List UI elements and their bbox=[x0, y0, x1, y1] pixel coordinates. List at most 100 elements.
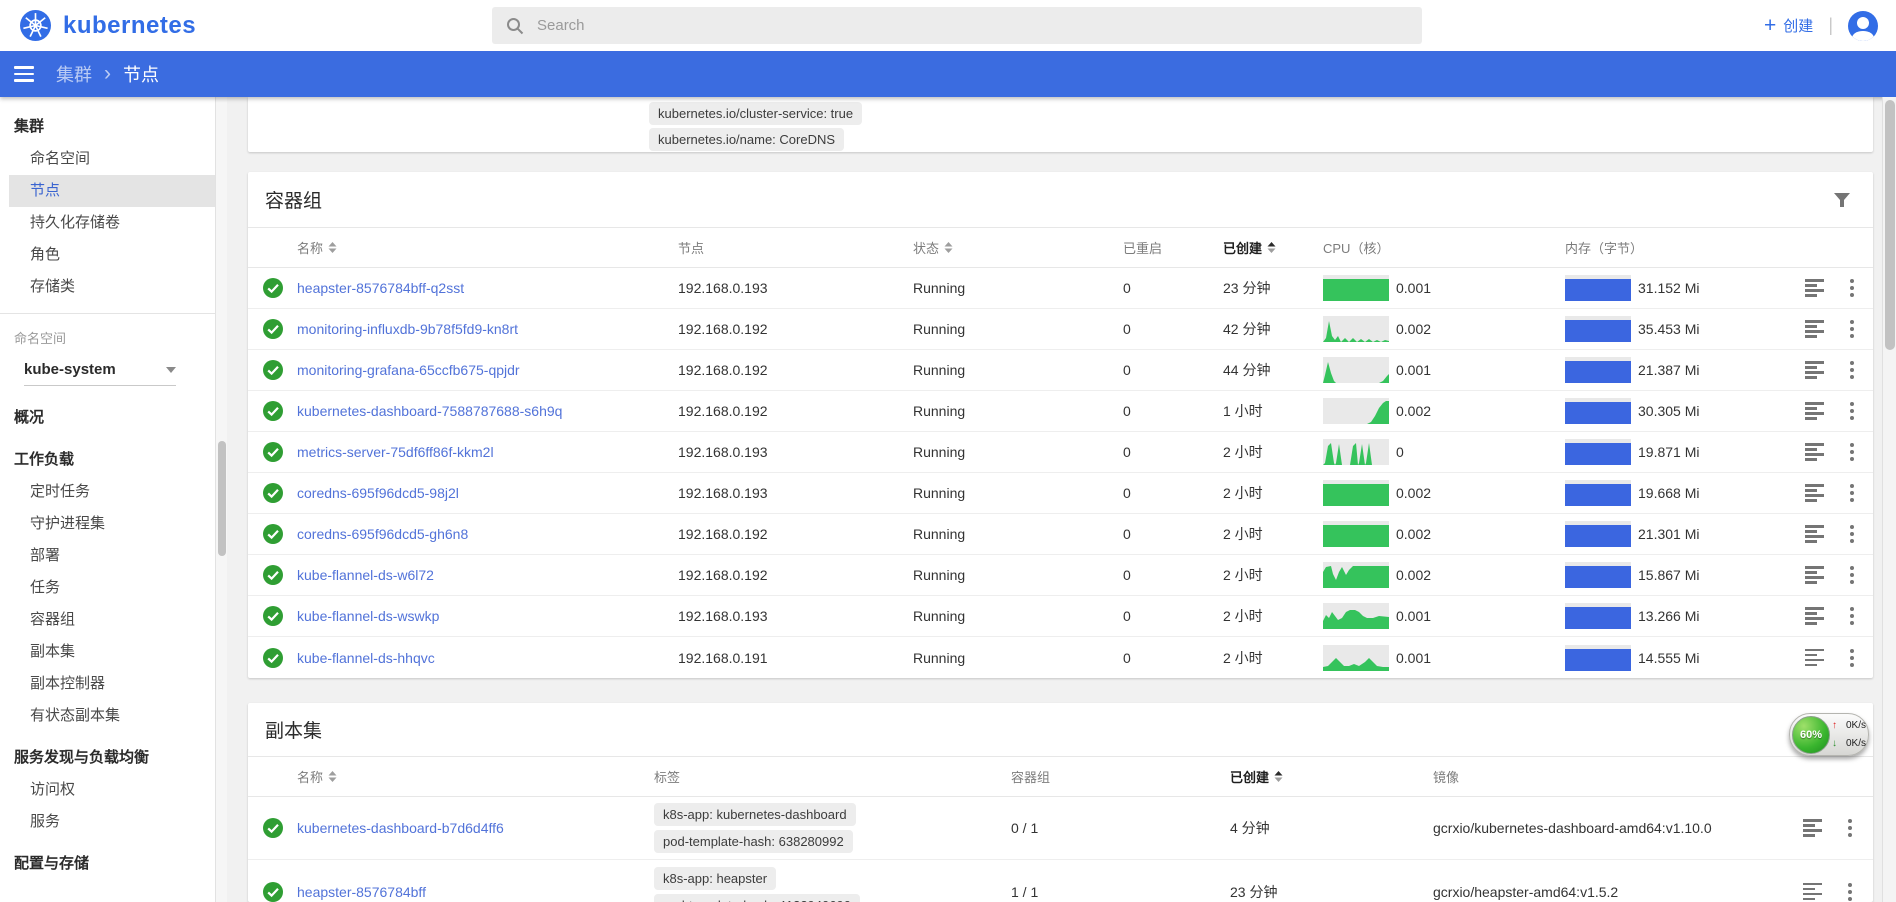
logs-icon[interactable] bbox=[1805, 566, 1824, 584]
cpu-sparkline-chart bbox=[1323, 521, 1389, 547]
replicaset-name-link[interactable]: heapster-8576784bff bbox=[297, 884, 426, 900]
logs-icon[interactable] bbox=[1805, 649, 1824, 667]
kebab-menu-icon[interactable] bbox=[1850, 279, 1854, 297]
replicaset-age: 23 分钟 bbox=[1230, 882, 1433, 902]
logs-icon[interactable] bbox=[1805, 607, 1824, 625]
page-scrollbar-thumb[interactable] bbox=[1885, 100, 1895, 350]
menu-icon[interactable] bbox=[14, 66, 34, 82]
sidebar-item-overview[interactable]: 概况 bbox=[0, 402, 215, 434]
sidebar-item-services[interactable]: 服务 bbox=[0, 806, 215, 838]
kebab-menu-icon[interactable] bbox=[1850, 607, 1854, 625]
logs-icon[interactable] bbox=[1805, 484, 1824, 502]
pod-name-link[interactable]: coredns-695f96dcd5-gh6n8 bbox=[297, 526, 468, 542]
sidebar-item-nodes[interactable]: 节点 bbox=[9, 175, 215, 207]
sidebar-item-persistent-volumes[interactable]: 持久化存储卷 bbox=[0, 207, 215, 239]
column-header-4[interactable]: 已创建 bbox=[1230, 767, 1433, 786]
kebab-menu-icon[interactable] bbox=[1850, 525, 1854, 543]
user-avatar-icon[interactable] bbox=[1848, 11, 1878, 41]
sidebar-item-cron-jobs[interactable]: 定时任务 bbox=[0, 476, 215, 508]
status-ok-icon bbox=[262, 605, 284, 627]
pod-age: 2 小时 bbox=[1223, 648, 1323, 668]
memory-sparkline bbox=[1565, 439, 1631, 465]
memory-value: 21.387 Mi bbox=[1638, 362, 1699, 378]
pod-restarts: 0 bbox=[1123, 526, 1223, 542]
kebab-menu-icon[interactable] bbox=[1850, 443, 1854, 461]
sort-arrows-icon bbox=[328, 241, 337, 254]
kebab-menu-icon[interactable] bbox=[1850, 566, 1854, 584]
logs-icon[interactable] bbox=[1805, 279, 1824, 297]
pod-name-link[interactable]: monitoring-influxdb-9b78f5fd9-kn8rt bbox=[297, 321, 518, 337]
sidebar-item-jobs[interactable]: 任务 bbox=[0, 572, 215, 604]
logs-icon[interactable] bbox=[1805, 361, 1824, 379]
memory-sparkline-chart bbox=[1565, 439, 1631, 465]
kebab-menu-icon[interactable] bbox=[1850, 320, 1854, 338]
kebab-menu-icon[interactable] bbox=[1848, 883, 1852, 901]
breadcrumb-bar: 集群 › 节点 bbox=[0, 51, 1896, 97]
cpu-sparkline bbox=[1323, 357, 1389, 383]
pod-name-link[interactable]: kubernetes-dashboard-7588787688-s6h9q bbox=[297, 403, 562, 419]
replicaset-name-link[interactable]: kubernetes-dashboard-b7d6d4ff6 bbox=[297, 820, 504, 836]
pod-name-link[interactable]: kube-flannel-ds-w6l72 bbox=[297, 567, 434, 583]
cpu-sparkline-chart bbox=[1323, 439, 1389, 465]
sidebar-item-stateful-sets[interactable]: 有状态副本集 bbox=[0, 700, 215, 732]
page-scrollbar[interactable] bbox=[1882, 97, 1896, 902]
sidebar-item-ingresses[interactable]: 访问权 bbox=[0, 774, 215, 806]
kebab-menu-icon[interactable] bbox=[1850, 649, 1854, 667]
pod-status: Running bbox=[913, 608, 1123, 624]
filter-icon[interactable] bbox=[1833, 192, 1851, 208]
sidebar-item-roles[interactable]: 角色 bbox=[0, 239, 215, 271]
pod-name-link[interactable]: metrics-server-75df6ff86f-kkm2l bbox=[297, 444, 494, 460]
sidebar-item-storage-classes[interactable]: 存储类 bbox=[0, 271, 215, 303]
label-chip: k8s-app: kubernetes-dashboard bbox=[654, 803, 856, 826]
column-header-1[interactable]: 名称 bbox=[297, 238, 678, 257]
sidebar-item-pods[interactable]: 容器组 bbox=[0, 604, 215, 636]
table-row: metrics-server-75df6ff86f-kkm2l192.168.0… bbox=[248, 432, 1873, 473]
sidebar-item-replication-controllers[interactable]: 副本控制器 bbox=[0, 668, 215, 700]
network-monitor-widget[interactable]: 60% ↑ 0K/s ↓ 0K/s bbox=[1789, 713, 1869, 756]
search-bar[interactable] bbox=[492, 7, 1422, 44]
pod-age: 2 小时 bbox=[1223, 606, 1323, 626]
cpu-value: 0.001 bbox=[1396, 650, 1431, 666]
logs-icon[interactable] bbox=[1803, 883, 1822, 901]
pod-name-link[interactable]: kube-flannel-ds-wswkp bbox=[297, 608, 439, 624]
breadcrumb-section[interactable]: 集群 bbox=[56, 61, 92, 87]
kebab-menu-icon[interactable] bbox=[1850, 361, 1854, 379]
status-ok-icon bbox=[262, 441, 284, 463]
logs-icon[interactable] bbox=[1805, 443, 1824, 461]
pod-name-link[interactable]: coredns-695f96dcd5-98j2l bbox=[297, 485, 459, 501]
kubernetes-logo[interactable]: kubernetes bbox=[20, 10, 196, 41]
pod-name-link[interactable]: heapster-8576784bff-q2sst bbox=[297, 280, 464, 296]
sort-arrows-icon bbox=[944, 241, 953, 254]
kebab-menu-icon[interactable] bbox=[1848, 819, 1852, 837]
pod-name-link[interactable]: kube-flannel-ds-hhqvc bbox=[297, 650, 435, 666]
sidebar-scrollbar-thumb[interactable] bbox=[218, 441, 226, 556]
sidebar-item-replica-sets[interactable]: 副本集 bbox=[0, 636, 215, 668]
sidebar-item-deployments[interactable]: 部署 bbox=[0, 540, 215, 572]
logs-icon[interactable] bbox=[1805, 525, 1824, 543]
column-header-5[interactable]: 已创建 bbox=[1223, 238, 1323, 257]
namespace-select[interactable]: kube-system bbox=[24, 354, 176, 386]
kebab-menu-icon[interactable] bbox=[1850, 402, 1854, 420]
column-header-1[interactable]: 名称 bbox=[297, 767, 654, 786]
logs-icon[interactable] bbox=[1805, 402, 1824, 420]
kebab-menu-icon[interactable] bbox=[1850, 484, 1854, 502]
sidebar-scrollbar[interactable] bbox=[215, 97, 227, 902]
memory-sparkline-chart bbox=[1565, 521, 1631, 547]
sidebar-item-daemon-sets[interactable]: 守护进程集 bbox=[0, 508, 215, 540]
memory-sparkline bbox=[1565, 521, 1631, 547]
column-header-3[interactable]: 状态 bbox=[913, 238, 1123, 257]
cpu-value: 0.001 bbox=[1396, 362, 1431, 378]
search-input[interactable] bbox=[537, 17, 1337, 34]
cpu-sparkline bbox=[1323, 316, 1389, 342]
column-label: 内存（字节） bbox=[1565, 238, 1643, 257]
cpu-value: 0.001 bbox=[1396, 608, 1431, 624]
sort-arrows-icon bbox=[328, 770, 337, 783]
pod-age: 42 分钟 bbox=[1223, 319, 1323, 339]
create-button[interactable]: + 创建 bbox=[1764, 15, 1813, 36]
logs-icon[interactable] bbox=[1805, 320, 1824, 338]
pod-name-link[interactable]: monitoring-grafana-65ccfb675-qpjdr bbox=[297, 362, 520, 378]
column-header-2: 节点 bbox=[678, 238, 913, 257]
memory-sparkline-chart bbox=[1565, 357, 1631, 383]
sidebar-item-namespaces[interactable]: 命名空间 bbox=[0, 143, 215, 175]
logs-icon[interactable] bbox=[1803, 819, 1822, 837]
